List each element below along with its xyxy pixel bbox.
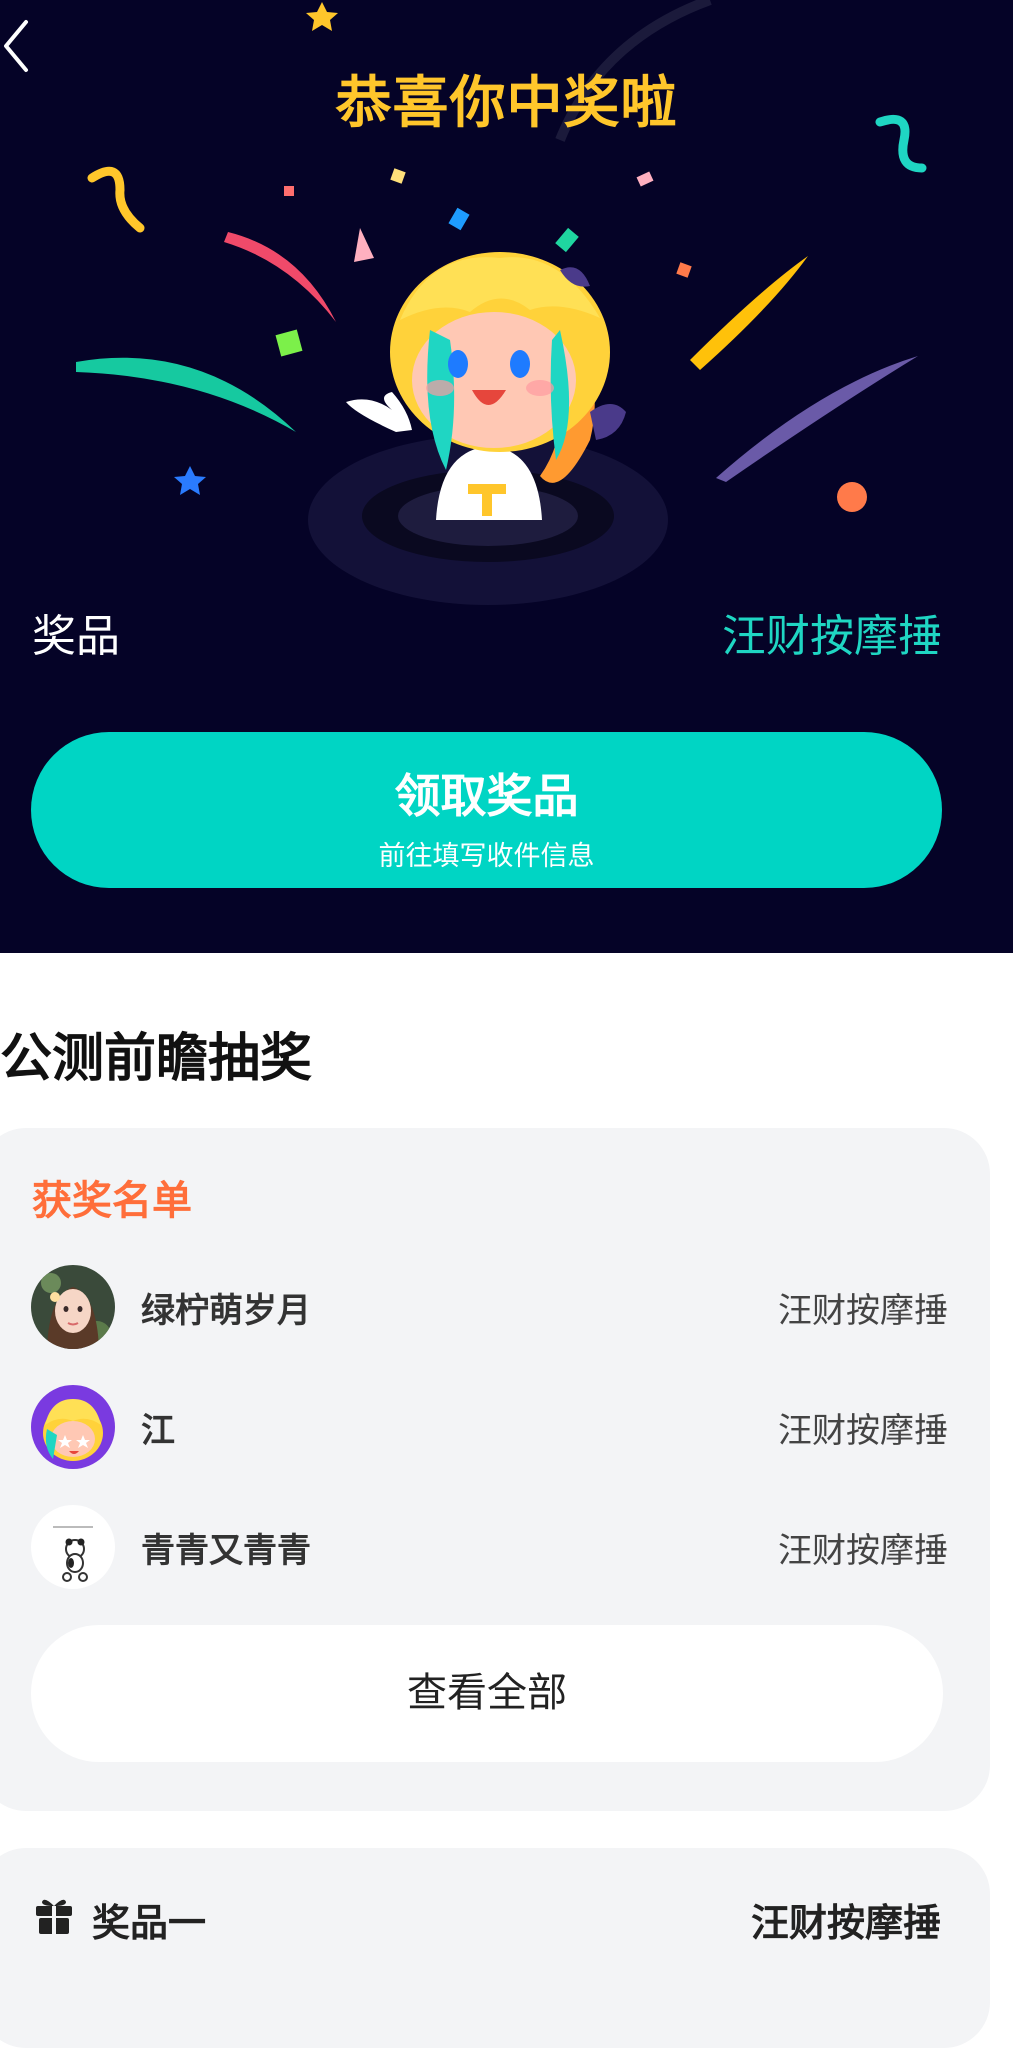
section-title: 公测前瞻抽奖 bbox=[0, 1029, 313, 1089]
girl-portrait-avatar bbox=[31, 1265, 115, 1349]
claim-button-label: 领取奖品 bbox=[394, 769, 579, 823]
winners-card: 获奖名单 绿柠萌岁月 汪财按摩捶 江 汪财按摩捶 青青又青青 汪财按摩捶 查看全… bbox=[0, 1128, 990, 1811]
winner-name: 青青又青青 bbox=[141, 1531, 311, 1571]
avatar bbox=[31, 1505, 115, 1589]
winner-prize: 汪财按摩捶 bbox=[778, 1531, 948, 1571]
winner-prize: 汪财按摩捶 bbox=[778, 1411, 948, 1451]
avatar bbox=[31, 1265, 115, 1349]
claim-button-sublabel: 前往填写收件信息 bbox=[378, 841, 595, 872]
winner-row: 江 汪财按摩捶 bbox=[31, 1385, 948, 1469]
anime-mascot-avatar bbox=[31, 1385, 115, 1469]
prize-item-card: 奖品一 汪财按摩捶 bbox=[0, 1848, 990, 2048]
panda-sketch-avatar bbox=[31, 1505, 115, 1589]
gift-icon bbox=[36, 1899, 72, 1934]
prize-label: 奖品 bbox=[32, 611, 120, 662]
claim-prize-button[interactable]: 领取奖品 前往填写收件信息 bbox=[31, 732, 942, 888]
view-all-button[interactable]: 查看全部 bbox=[31, 1625, 943, 1762]
avatar bbox=[31, 1385, 115, 1469]
congrats-title: 恭喜你中奖啦 bbox=[335, 71, 678, 136]
winner-prize: 汪财按摩捶 bbox=[778, 1291, 948, 1331]
winner-row: 青青又青青 汪财按摩捶 bbox=[31, 1505, 948, 1589]
winner-name: 江 bbox=[141, 1411, 175, 1451]
winner-name: 绿柠萌岁月 bbox=[141, 1291, 311, 1331]
prize-item-label: 奖品一 bbox=[92, 1901, 207, 1945]
prize-item-value: 汪财按摩捶 bbox=[750, 1901, 941, 1945]
winner-row: 绿柠萌岁月 汪财按摩捶 bbox=[31, 1265, 948, 1349]
prize-value: 汪财按摩捶 bbox=[722, 611, 942, 662]
winners-heading: 获奖名单 bbox=[32, 1178, 192, 1224]
hero-banner: 恭喜你中奖啦 奖品 汪财按摩捶 领取奖品 前往填写收件信息 bbox=[0, 0, 1013, 953]
